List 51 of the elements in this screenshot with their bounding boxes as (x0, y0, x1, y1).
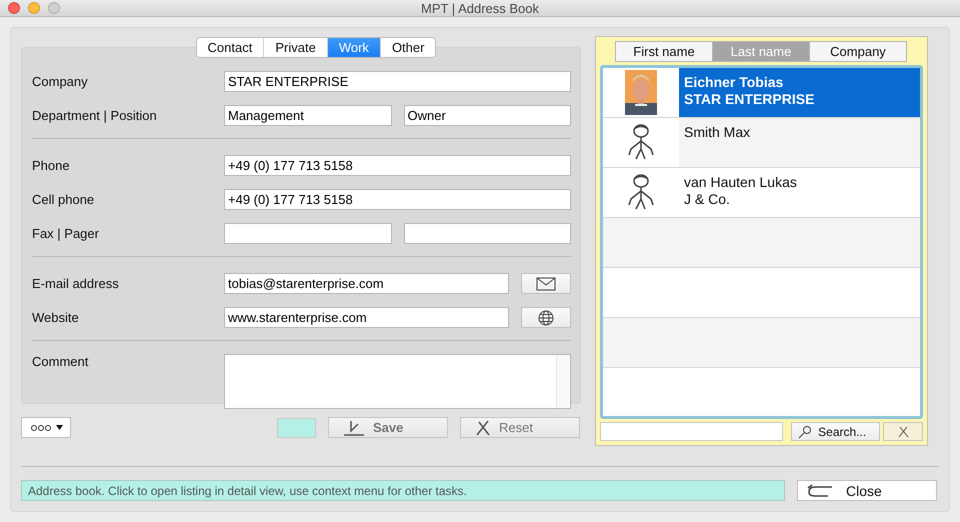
stick-figure-icon (626, 123, 656, 162)
input-field[interactable]: www.starenterprise.com (224, 307, 509, 328)
search-icon (798, 424, 812, 438)
cross-icon (475, 420, 491, 436)
close-window-button[interactable] (8, 2, 20, 14)
sort-column-header[interactable]: First name (615, 41, 713, 62)
contact-row[interactable]: Eichner Tobias STAR ENTERPRISE (603, 68, 920, 118)
field-label: Phone (32, 158, 71, 173)
field-label: E-mail address (32, 276, 120, 291)
comment-field[interactable] (224, 354, 571, 409)
contact-company: STAR ENTERPRISE (684, 90, 816, 108)
input-field[interactable]: STAR ENTERPRISE (224, 71, 571, 92)
input-field[interactable]: +49 (0) 177 713 5158 (224, 155, 571, 176)
stick-figure-icon (626, 173, 656, 212)
send-mail-button[interactable] (521, 273, 571, 294)
input-field[interactable] (224, 223, 392, 244)
globe-icon (538, 310, 554, 326)
contact-company: J & Co. (684, 190, 731, 208)
return-arrow-icon (806, 484, 834, 498)
window-title: MPT | Address Book (420, 0, 540, 16)
dots-icon (30, 424, 54, 432)
input-field[interactable]: Owner (404, 105, 571, 126)
input-field[interactable]: tobias@starenterprise.com (224, 273, 509, 294)
minimize-window-button[interactable] (28, 2, 40, 14)
input-field[interactable] (404, 223, 571, 244)
sort-column-header[interactable]: Company (809, 41, 907, 62)
cross-icon (897, 426, 910, 438)
caret-icon (56, 425, 62, 430)
options-menu-button[interactable] (21, 417, 71, 438)
search-field[interactable] (600, 422, 784, 441)
envelope-icon (536, 276, 556, 290)
status-message: Address book. Click to open listing in detail view, use context menu for other tasks. (21, 480, 785, 501)
field-label: Website (32, 310, 80, 325)
zoom-window-button[interactable] (48, 2, 60, 14)
contact-name: Smith Max (684, 124, 752, 141)
open-website-button[interactable] (521, 307, 571, 328)
tab[interactable]: Contact (196, 38, 264, 57)
contact-row[interactable]: Smith Max (603, 118, 920, 168)
color-swatch[interactable] (277, 418, 316, 438)
input-field[interactable]: Management (224, 105, 392, 126)
search-button[interactable]: Search... (791, 422, 880, 441)
clear-search-button[interactable] (883, 422, 923, 441)
field-label: Company (32, 74, 89, 89)
field-label: Cell phone (32, 192, 96, 207)
field-label: Comment (32, 354, 90, 371)
contact-name: Eichner Tobias (684, 74, 784, 91)
contact-name: van Hauten Lukas (684, 174, 798, 191)
field-label: Department | Position (32, 108, 158, 123)
field-label: Fax | Pager (32, 226, 100, 241)
close-button[interactable]: Close (797, 480, 937, 501)
input-field[interactable]: +49 (0) 177 713 5158 (224, 189, 571, 210)
